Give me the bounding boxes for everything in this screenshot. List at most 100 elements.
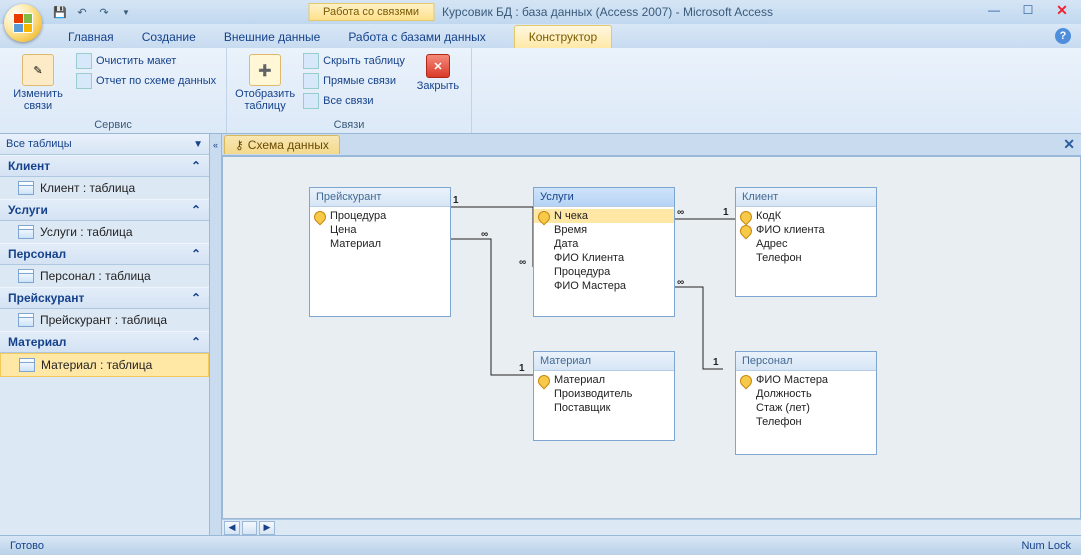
document-area: ⚷ Схема данных ✕ 1 ∞ ∞ 1 ∞ 1 ∞ 1 Прейску…	[222, 134, 1081, 535]
entity-material-header: Материал	[534, 352, 674, 371]
collapse-icon: ⌃	[191, 291, 201, 305]
nav-group-price-label: Прейскурант	[8, 291, 84, 305]
nav-collapse-bar[interactable]: «	[210, 134, 222, 535]
nav-group-material[interactable]: Материал⌃	[0, 331, 209, 353]
tab-external-data[interactable]: Внешние данные	[210, 26, 335, 48]
chevron-down-icon: ▼	[193, 139, 203, 150]
tab-create[interactable]: Создание	[128, 26, 210, 48]
field-client-address[interactable]: Адрес	[736, 237, 876, 251]
entity-service[interactable]: Услуги N чека Время Дата ФИО Клиента Про…	[533, 187, 675, 317]
entity-staff[interactable]: Персонал ФИО Мастера Должность Стаж (лет…	[735, 351, 877, 455]
window-title: Курсовик БД : база данных (Access 2007) …	[442, 5, 773, 19]
nav-group-services[interactable]: Услуги⌃	[0, 199, 209, 221]
undo-icon[interactable]: ↶	[74, 4, 90, 20]
field-staff-position[interactable]: Должность	[736, 387, 876, 401]
hide-table-icon	[303, 53, 319, 69]
horizontal-scrollbar[interactable]: ◀ ▶	[222, 519, 1081, 535]
ribbon: ✎ Изменить связи Очистить макет Отчет по…	[0, 48, 1081, 134]
entity-staff-header: Персонал	[736, 352, 876, 371]
clear-layout-icon	[76, 53, 92, 69]
edit-relationships-label: Изменить связи	[10, 88, 66, 112]
direct-links-button[interactable]: Прямые связи	[301, 72, 407, 90]
scroll-thumb[interactable]	[242, 521, 257, 535]
field-staff-fio[interactable]: ФИО Мастера	[736, 373, 876, 387]
qat-dropdown-icon[interactable]: ▼	[118, 4, 134, 20]
cardinality-many: ∞	[677, 207, 684, 218]
navigation-pane: Все таблицы ▼ Клиент⌃ Клиент : таблица У…	[0, 134, 210, 535]
field-material-supplier[interactable]: Поставщик	[534, 401, 674, 415]
help-button[interactable]: ?	[1055, 28, 1071, 44]
relationship-report-button[interactable]: Отчет по схеме данных	[74, 72, 218, 90]
nav-item-price-table[interactable]: Прейскурант : таблица	[0, 309, 209, 331]
field-service-master-fio[interactable]: ФИО Мастера	[534, 279, 674, 293]
relationships-icon: ⚷	[235, 138, 244, 152]
field-client-phone[interactable]: Телефон	[736, 251, 876, 265]
nav-item-client-table[interactable]: Клиент : таблица	[0, 177, 209, 199]
nav-item-material-table[interactable]: Материал : таблица	[0, 353, 209, 377]
nav-item-client-label: Клиент : таблица	[40, 181, 135, 195]
office-button[interactable]	[4, 4, 42, 42]
nav-item-staff-table[interactable]: Персонал : таблица	[0, 265, 209, 287]
table-icon	[18, 269, 34, 283]
entity-service-header: Услуги	[534, 188, 674, 207]
cardinality-many: ∞	[481, 229, 488, 240]
quick-access-toolbar: 💾 ↶ ↷ ▼	[52, 4, 134, 20]
hide-table-button[interactable]: Скрыть таблицу	[301, 52, 407, 70]
window-close-button[interactable]: ✕	[1049, 2, 1075, 18]
maximize-button[interactable]: ☐	[1015, 2, 1041, 18]
field-service-time[interactable]: Время	[534, 223, 674, 237]
all-links-button[interactable]: Все связи	[301, 92, 407, 110]
entity-material[interactable]: Материал Материал Производитель Поставщи…	[533, 351, 675, 441]
close-button[interactable]: ✕ Закрыть	[413, 52, 463, 94]
save-icon[interactable]: 💾	[52, 4, 68, 20]
show-table-icon: ➕	[249, 54, 281, 86]
field-staff-experience[interactable]: Стаж (лет)	[736, 401, 876, 415]
field-price-cost[interactable]: Цена	[310, 223, 450, 237]
redo-icon[interactable]: ↷	[96, 4, 112, 20]
field-staff-phone[interactable]: Телефон	[736, 415, 876, 429]
cardinality-many: ∞	[519, 257, 526, 268]
scroll-right-button[interactable]: ▶	[259, 521, 275, 535]
collapse-icon: ⌃	[191, 335, 201, 349]
edit-relationships-button[interactable]: ✎ Изменить связи	[8, 52, 68, 114]
relationship-canvas[interactable]: 1 ∞ ∞ 1 ∞ 1 ∞ 1 Прейскурант Процедура Це…	[222, 156, 1081, 519]
show-table-label: Отобразить таблицу	[235, 88, 295, 112]
tab-database-tools[interactable]: Работа с базами данных	[334, 26, 499, 48]
field-client-fio[interactable]: ФИО клиента	[736, 223, 876, 237]
field-material-name[interactable]: Материал	[534, 373, 674, 387]
clear-layout-button[interactable]: Очистить макет	[74, 52, 218, 70]
table-icon	[19, 358, 35, 372]
close-label: Закрыть	[417, 80, 459, 92]
entity-client-header: Клиент	[736, 188, 876, 207]
nav-item-material-label: Материал : таблица	[41, 358, 152, 372]
field-service-date[interactable]: Дата	[534, 237, 674, 251]
nav-item-services-table[interactable]: Услуги : таблица	[0, 221, 209, 243]
field-price-procedure[interactable]: Процедура	[310, 209, 450, 223]
nav-group-staff-label: Персонал	[8, 247, 66, 261]
field-service-check[interactable]: N чека	[534, 209, 674, 223]
collapse-icon: ⌃	[191, 247, 201, 261]
doc-tab-schema[interactable]: ⚷ Схема данных	[224, 135, 340, 154]
show-table-button[interactable]: ➕ Отобразить таблицу	[235, 52, 295, 114]
field-client-kodk[interactable]: КодК	[736, 209, 876, 223]
nav-group-price[interactable]: Прейскурант ⌃	[0, 287, 209, 309]
hide-table-label: Скрыть таблицу	[323, 55, 405, 67]
direct-links-label: Прямые связи	[323, 75, 396, 87]
tab-designer[interactable]: Конструктор	[514, 25, 612, 48]
entity-client[interactable]: Клиент КодК ФИО клиента Адрес Телефон	[735, 187, 877, 297]
group-label-links: Связи	[235, 117, 463, 133]
scroll-left-button[interactable]: ◀	[224, 521, 240, 535]
nav-group-staff[interactable]: Персонал ⌃	[0, 243, 209, 265]
doc-close-button[interactable]: ✕	[1063, 136, 1075, 153]
field-material-vendor[interactable]: Производитель	[534, 387, 674, 401]
nav-pane-header[interactable]: Все таблицы ▼	[0, 134, 209, 155]
tab-home[interactable]: Главная	[54, 26, 128, 48]
nav-group-client[interactable]: Клиент⌃	[0, 155, 209, 177]
field-service-client-fio[interactable]: ФИО Клиента	[534, 251, 674, 265]
table-icon	[18, 313, 34, 327]
minimize-button[interactable]: —	[981, 2, 1007, 18]
cardinality-one: 1	[713, 357, 719, 368]
field-price-material[interactable]: Материал	[310, 237, 450, 251]
entity-price[interactable]: Прейскурант Процедура Цена Материал	[309, 187, 451, 317]
field-service-procedure[interactable]: Процедура	[534, 265, 674, 279]
